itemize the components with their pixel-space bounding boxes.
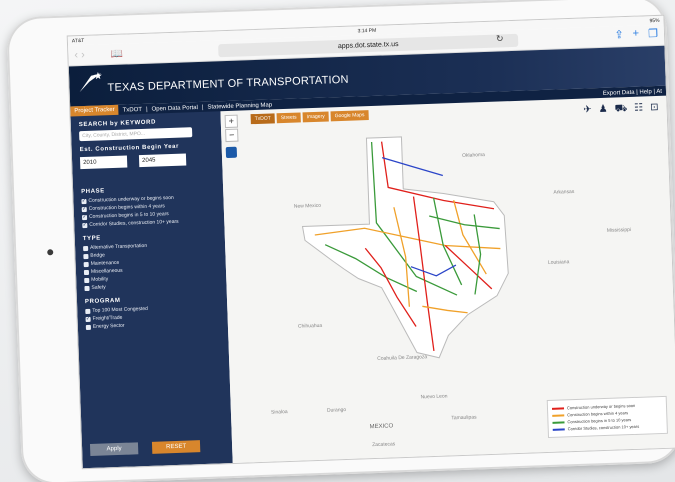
- clock-label: 3:14 PM: [357, 27, 377, 34]
- basemap-txdot-tab[interactable]: TxDOT: [250, 113, 275, 125]
- search-title: SEARCH by KEYWORD: [78, 119, 157, 129]
- main-body: SEARCH by KEYWORD City, County, District…: [70, 95, 675, 469]
- zoom-out-button[interactable]: −: [225, 128, 239, 143]
- checkbox-icon[interactable]: [83, 253, 89, 259]
- checkbox-icon[interactable]: [85, 324, 91, 330]
- legend-item: Corridor Studies, construction 10+ years: [552, 423, 663, 432]
- checkbox-icon[interactable]: [83, 269, 90, 275]
- map-label-louisiana: Louisiana: [547, 259, 570, 266]
- pedestrian-icon[interactable]: ♟: [598, 104, 607, 117]
- texas-extent-icon[interactable]: [225, 146, 238, 159]
- checkbox-icon[interactable]: [84, 277, 90, 283]
- map-label-tamaulipas: Tamaulipas: [451, 414, 477, 422]
- new-tab-icon[interactable]: +: [632, 28, 639, 41]
- map-label-zacatecas: Zacatecas: [372, 441, 396, 449]
- transit-icon[interactable]: ⊡: [650, 102, 659, 115]
- carrier-label: AT&T: [71, 37, 85, 44]
- checkbox-icon[interactable]: [85, 308, 91, 314]
- agency-title: TEXAS DEPARTMENT OF TRANSPORTATION: [107, 73, 349, 95]
- map-label-nuevo-leon: Nuevo Leon: [420, 393, 448, 401]
- legend-swatch: [552, 420, 565, 424]
- nav-link-open-data[interactable]: Open Data Portal: [147, 104, 202, 113]
- checkbox-checked-icon[interactable]: ✓: [82, 221, 88, 228]
- stage: AT&T 3:14 PM 95% ‹ › 📖 apps.dot.state.tx…: [0, 0, 675, 482]
- map-label-mexico: MEXICO: [369, 423, 394, 431]
- year-to-input[interactable]: 2045: [138, 153, 187, 168]
- zoom-in-button[interactable]: +: [224, 114, 239, 129]
- checkbox-icon[interactable]: [83, 245, 89, 251]
- airplane-icon[interactable]: ✈: [583, 104, 592, 117]
- nav-link-txdot[interactable]: TxDOT: [119, 106, 147, 113]
- tabs-icon[interactable]: ❐: [648, 27, 658, 40]
- map-label-sinaloa: Sinaloa: [270, 409, 288, 416]
- bus-icon[interactable]: ⛟: [614, 103, 627, 116]
- reset-button[interactable]: RESET: [151, 440, 201, 454]
- back-forward-icon[interactable]: ‹ ›: [74, 48, 110, 61]
- legend-swatch: [552, 427, 565, 431]
- map-label-arkansas: Arkansas: [553, 188, 575, 196]
- map-legend: Construction underway or begins soon Con…: [546, 395, 668, 438]
- map-view[interactable]: + − TxDOT Streets Imagery Google Maps ✈ …: [220, 95, 675, 464]
- checkbox-checked-icon[interactable]: ✓: [81, 205, 87, 212]
- year-from-input[interactable]: 2010: [79, 155, 128, 170]
- filter-sidebar: SEARCH by KEYWORD City, County, District…: [70, 111, 233, 469]
- map-label-mississippi: Mississippi: [606, 226, 632, 234]
- legend-swatch: [551, 406, 565, 410]
- map-label-durango: Durango: [326, 407, 347, 414]
- reload-icon[interactable]: ↻: [496, 33, 504, 44]
- checkbox-checked-icon[interactable]: ✓: [81, 197, 87, 204]
- checkbox-checked-icon[interactable]: ✓: [81, 213, 88, 220]
- apply-button[interactable]: Apply: [89, 442, 139, 456]
- rail-icon[interactable]: ☷: [634, 102, 643, 115]
- checkbox-icon[interactable]: [83, 261, 89, 267]
- bookmarks-icon[interactable]: 📖: [110, 48, 130, 59]
- basemap-imagery-tab[interactable]: Imagery: [302, 111, 329, 123]
- basemap-streets-tab[interactable]: Streets: [276, 112, 301, 124]
- camera-icon: [47, 249, 54, 256]
- checkbox-icon[interactable]: [84, 285, 90, 291]
- year-title: Est. Construction Begin Year: [79, 143, 180, 154]
- screen: AT&T 3:14 PM 95% ‹ › 📖 apps.dot.state.tx…: [66, 14, 675, 470]
- texas-road-network[interactable]: [291, 122, 539, 370]
- txdot-logo-icon: [79, 72, 102, 93]
- share-icon[interactable]: ⇪: [614, 28, 624, 41]
- battery-label: 95%: [649, 17, 660, 24]
- basemap-google-tab[interactable]: Google Maps: [330, 110, 369, 122]
- search-input[interactable]: City, County, District, MPO...: [79, 127, 193, 142]
- checkbox-checked-icon[interactable]: ✓: [85, 315, 91, 322]
- legend-swatch: [552, 413, 565, 417]
- ipad-frame: AT&T 3:14 PM 95% ‹ › 📖 apps.dot.state.tx…: [6, 0, 675, 482]
